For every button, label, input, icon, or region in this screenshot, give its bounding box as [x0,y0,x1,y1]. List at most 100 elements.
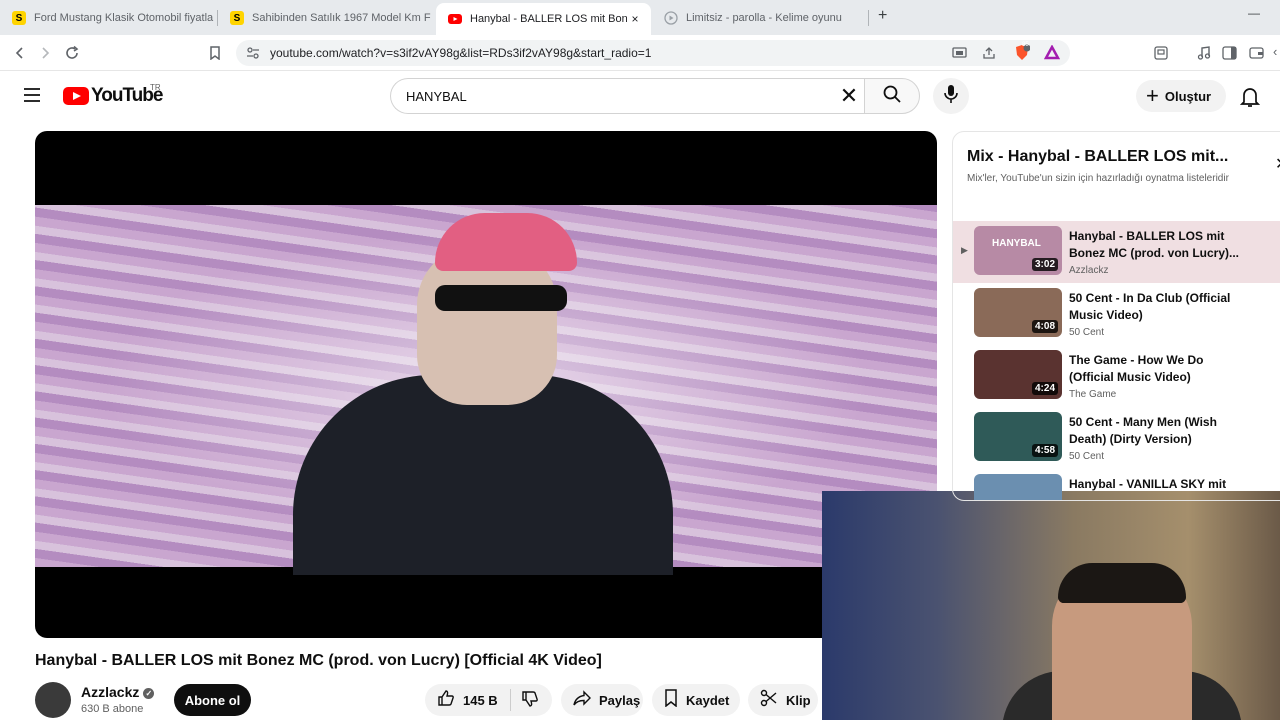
browser-tab-ford-mustang[interactable]: S Ford Mustang Klasik Otomobil fiyatla [0,4,215,32]
cast-icon[interactable] [952,46,968,65]
wallet-icon[interactable] [1249,46,1264,65]
brave-shields-count: 85 [1022,42,1029,48]
webcam-overlay [822,491,1280,720]
new-tab-button[interactable]: + [878,7,887,25]
mix-playlist-panel: Mix - Hanybal - BALLER LOS mit... Mix'le… [952,131,1280,501]
save-button[interactable]: Kaydet [652,684,740,716]
share-button[interactable]: Paylaş [561,684,643,716]
bookmark-icon[interactable] [205,43,225,63]
create-label: Oluştur [1164,88,1212,104]
tab-title: Hanybal - BALLER LOS mit Bonez [470,13,627,25]
video-duration: 4:58 [1031,444,1058,457]
playlist-item-channel: 50 Cent [1069,451,1105,462]
browser-tab-parolla[interactable]: Limitsiz - parolla - Kelime oyunu [652,4,867,32]
sidebar-panel-icon[interactable] [1154,46,1168,65]
channel-name[interactable]: Azzlackz ✓ [81,684,155,700]
video-thumbnail: 4:08 [974,288,1062,337]
forward-arrow-icon[interactable] [35,43,55,63]
tab-title: Sahibinden Satılık 1967 Model Km Fo [252,12,431,24]
video-duration: 4:24 [1031,382,1058,395]
like-dislike-group: 145 B [425,684,552,716]
video-duration: 3:02 [1031,258,1058,271]
thumbs-down-icon[interactable] [521,690,539,711]
share-label: Paylaş [599,692,641,708]
browser-tab-strip: S Ford Mustang Klasik Otomobil fiyatla S… [0,0,1280,35]
share-page-icon[interactable] [982,46,996,65]
play-circle-icon [664,11,678,25]
subscribe-button[interactable]: Abone ol [174,684,251,716]
video-thumbnail: 4:58 [974,412,1062,461]
channel-avatar[interactable] [35,682,71,718]
browser-tab-hanybal[interactable]: Hanybal - BALLER LOS mit Bonez × [436,3,651,35]
region-code: TR [150,83,161,92]
url-text: youtube.com/watch?v=s3if2vAY98g&list=RDs… [270,46,652,60]
video-player[interactable] [35,131,937,638]
playlist-item-title: Hanybal - BALLER LOS mit Bonez MC (prod.… [1069,229,1239,260]
notifications-bell-icon[interactable] [1239,86,1261,113]
sahibinden-favicon-icon: S [230,11,244,25]
youtube-logo-icon[interactable] [63,87,89,105]
now-playing-icon: ▶ [961,245,968,255]
video-thumbnail [974,474,1062,500]
search-icon [882,84,902,109]
video-frame [35,205,937,575]
playlist-item[interactable]: 4:08 50 Cent - In Da Club (Official Musi… [953,283,1280,345]
channel-name-text: Azzlackz [81,684,140,700]
search-input[interactable]: HANYBAL [390,78,864,114]
clear-search-icon[interactable]: ✕ [836,83,862,108]
playlist-item-title: Hanybal - VANILLA SKY mit [1069,477,1227,491]
thumbs-up-icon[interactable] [437,689,455,711]
tab-title: Ford Mustang Klasik Otomobil fiyatla [34,12,214,24]
tab-separator [868,10,869,26]
more-chevron-icon[interactable]: ‹ [1273,44,1277,59]
sahibinden-favicon-icon: S [12,11,26,25]
clip-button[interactable]: Klip [748,684,818,716]
voice-search-button[interactable] [933,78,969,114]
playlist-item-title: The Game - How We Do (Official Music Vid… [1069,353,1204,384]
subscriber-count: 630 B abone [81,703,144,715]
browser-tab-sahibinden[interactable]: S Sahibinden Satılık 1967 Model Km Fo [218,4,431,32]
close-playlist-icon[interactable]: ✕ [1275,154,1280,174]
brave-rewards-icon[interactable] [1043,44,1061,66]
tab-title: Limitsiz - parolla - Kelime oyunu [686,12,842,24]
split-view-icon[interactable] [1222,46,1237,65]
plus-icon: + [1146,83,1159,108]
guide-menu-icon[interactable] [22,86,42,109]
like-count[interactable]: 145 B [463,693,498,708]
search-query-text: HANYBAL [406,89,467,104]
video-thumbnail: 4:24 [974,350,1062,399]
scissors-icon [760,689,778,711]
thumbnail-label: HANYBAL [992,238,1041,249]
browser-toolbar: youtube.com/watch?v=s3if2vAY98g&list=RDs… [0,35,1280,71]
playlist-item-channel: 50 Cent [1069,327,1105,338]
minimize-window-button[interactable]: — [1248,6,1260,20]
video-title: Hanybal - BALLER LOS mit Bonez MC (prod.… [35,652,602,669]
back-arrow-icon[interactable] [10,43,30,63]
youtube-icon [448,12,462,26]
site-info-icon[interactable] [246,46,260,65]
playlist-item-title: 50 Cent - In Da Club (Official Music Vid… [1069,291,1231,322]
mix-subtitle: Mix'ler, YouTube'un sizin için hazırladı… [967,173,1229,184]
video-duration: 4:08 [1031,320,1058,333]
search-button[interactable] [864,78,920,114]
clip-label: Klip [786,692,811,708]
playlist-item[interactable]: 4:24 The Game - How We Do (Official Musi… [953,345,1280,407]
verified-check-icon: ✓ [143,688,155,699]
playlist-item[interactable]: ▶ HANYBAL 3:02 Hanybal - BALLER LOS mit … [953,221,1280,283]
share-arrow-icon [573,690,591,710]
reload-icon[interactable] [62,43,82,63]
playlist-item-channel: The Game [1069,389,1117,400]
tab-close-icon[interactable]: × [627,12,643,26]
playlist-item[interactable]: 4:58 50 Cent - Many Men (Wish Death) (Di… [953,407,1280,469]
address-bar[interactable]: youtube.com/watch?v=s3if2vAY98g&list=RDs… [236,40,1070,66]
playlist-item-channel: Azzlackz [1069,265,1109,276]
save-label: Kaydet [686,692,730,708]
video-thumbnail: HANYBAL 3:02 [974,226,1062,275]
create-button[interactable]: + Oluştur [1136,80,1226,112]
like-divider [509,689,511,711]
microphone-icon [943,84,959,109]
media-music-icon[interactable] [1197,46,1211,65]
mix-title[interactable]: Mix - Hanybal - BALLER LOS mit... [967,148,1228,166]
playlist-item[interactable]: Hanybal - VANILLA SKY mit [953,469,1280,500]
save-bookmark-icon [664,689,678,711]
